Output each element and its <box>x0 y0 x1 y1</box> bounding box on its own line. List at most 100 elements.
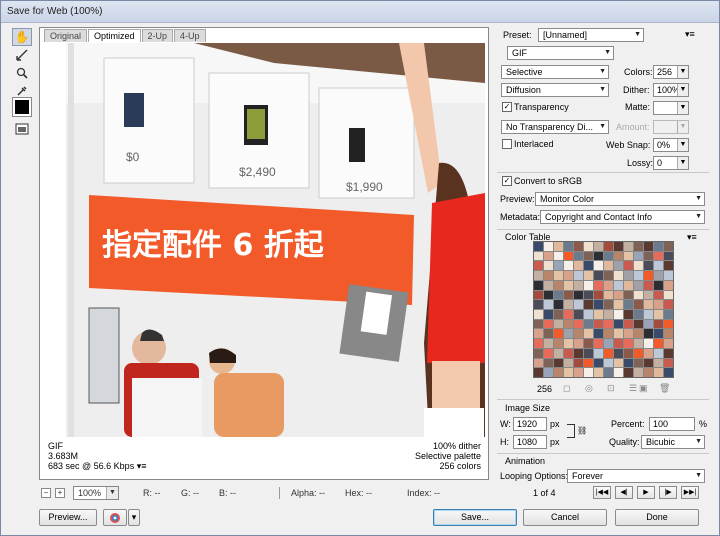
color-swatch[interactable] <box>594 271 603 280</box>
color-swatch[interactable] <box>554 348 563 358</box>
color-swatch[interactable] <box>634 271 643 280</box>
web-shift-icon[interactable]: ◎ <box>585 383 593 394</box>
tab-optimized[interactable]: Optimized <box>88 29 141 42</box>
color-swatch[interactable] <box>554 329 563 339</box>
color-swatch[interactable] <box>534 261 543 271</box>
color-swatch[interactable] <box>614 280 623 290</box>
color-swatch[interactable] <box>604 300 613 309</box>
color-swatch[interactable] <box>664 348 673 358</box>
color-swatch[interactable] <box>564 358 573 368</box>
cancel-button[interactable]: Cancel <box>523 509 607 526</box>
color-swatch[interactable] <box>664 358 673 368</box>
color-swatch[interactable] <box>564 251 573 261</box>
zoom-level-select[interactable]: 100% ▼ <box>73 486 119 500</box>
color-swatch[interactable] <box>564 290 573 300</box>
lossy-input[interactable]: 0 ▼ <box>653 156 689 170</box>
color-swatch[interactable] <box>654 280 663 290</box>
color-swatch[interactable] <box>664 261 673 271</box>
color-swatch[interactable] <box>634 300 643 309</box>
color-swatch[interactable] <box>624 329 633 339</box>
color-swatch[interactable] <box>614 310 623 319</box>
width-input[interactable]: 1920 <box>513 417 547 431</box>
color-swatch[interactable] <box>564 271 573 280</box>
color-swatch[interactable] <box>544 242 553 251</box>
color-swatch[interactable] <box>564 300 573 309</box>
next-frame-button[interactable]: |▶ <box>659 486 677 499</box>
color-swatch[interactable] <box>654 339 663 348</box>
color-swatch[interactable] <box>664 310 673 319</box>
color-swatch[interactable] <box>544 339 553 348</box>
color-swatch[interactable] <box>554 339 563 348</box>
convert-srgb-checkbox[interactable]: ✓ <box>502 176 512 186</box>
color-swatch[interactable] <box>634 280 643 290</box>
color-swatch[interactable] <box>594 348 603 358</box>
done-button[interactable]: Done <box>615 509 699 526</box>
color-swatch[interactable] <box>564 348 573 358</box>
color-swatch[interactable] <box>584 339 593 348</box>
color-swatch[interactable] <box>564 339 573 348</box>
color-swatch[interactable] <box>614 271 623 280</box>
color-swatch[interactable] <box>664 251 673 261</box>
zoom-tool-icon[interactable] <box>12 64 32 82</box>
color-swatch[interactable] <box>554 310 563 319</box>
color-swatch[interactable] <box>574 261 583 271</box>
color-swatch[interactable] <box>554 300 563 309</box>
interlaced-checkbox[interactable] <box>502 139 512 149</box>
zoom-out-button[interactable]: − <box>41 488 51 498</box>
color-swatch[interactable] <box>644 339 653 348</box>
color-swatch[interactable] <box>644 251 653 261</box>
color-swatch[interactable] <box>634 290 643 300</box>
color-swatch[interactable] <box>604 368 613 377</box>
color-swatch[interactable] <box>554 251 563 261</box>
preview-button[interactable]: Preview... <box>39 509 97 526</box>
color-swatch[interactable] <box>544 368 553 377</box>
color-swatch[interactable] <box>594 280 603 290</box>
color-swatch[interactable] <box>624 242 633 251</box>
color-swatch[interactable] <box>654 319 663 329</box>
matte-select[interactable]: ▼ <box>653 101 689 115</box>
color-swatch[interactable] <box>564 319 573 329</box>
file-format-select[interactable]: GIF ▼ <box>507 46 614 60</box>
color-swatch[interactable] <box>614 348 623 358</box>
link-icon[interactable]: ⛓ <box>577 426 587 435</box>
color-swatch[interactable] <box>654 242 663 251</box>
hand-tool-icon[interactable]: ✋ <box>12 28 32 46</box>
color-swatch[interactable] <box>634 251 643 261</box>
colors-input[interactable]: 256 ▼ <box>653 65 689 79</box>
color-swatch[interactable] <box>584 310 593 319</box>
color-table-grid[interactable] <box>533 241 674 378</box>
color-swatch[interactable] <box>574 358 583 368</box>
color-swatch[interactable] <box>634 339 643 348</box>
color-swatch[interactable] <box>624 368 633 377</box>
color-swatch[interactable] <box>594 300 603 309</box>
dither-algorithm-select[interactable]: Diffusion ▼ <box>501 83 609 97</box>
color-swatch[interactable] <box>584 242 593 251</box>
color-swatch[interactable] <box>604 271 613 280</box>
zoom-in-button[interactable]: + <box>55 488 65 498</box>
color-swatch[interactable] <box>574 339 583 348</box>
color-swatch[interactable] <box>594 319 603 329</box>
color-swatch[interactable] <box>584 300 593 309</box>
color-swatch[interactable] <box>604 261 613 271</box>
color-swatch[interactable] <box>534 319 543 329</box>
color-swatch[interactable] <box>614 290 623 300</box>
color-swatch[interactable] <box>574 368 583 377</box>
color-table-menu-icon[interactable]: ▾≡ <box>687 232 697 243</box>
color-swatch[interactable] <box>634 319 643 329</box>
color-swatch[interactable] <box>584 290 593 300</box>
color-swatch[interactable] <box>594 339 603 348</box>
color-swatch[interactable] <box>544 251 553 261</box>
color-swatch[interactable] <box>624 280 633 290</box>
color-swatch[interactable] <box>624 290 633 300</box>
color-swatch[interactable] <box>584 368 593 377</box>
color-swatch[interactable] <box>534 358 543 368</box>
color-swatch[interactable] <box>654 251 663 261</box>
color-swatch[interactable] <box>614 368 623 377</box>
color-swatch[interactable] <box>664 319 673 329</box>
color-swatch[interactable] <box>554 261 563 271</box>
color-swatch[interactable] <box>584 251 593 261</box>
color-swatch[interactable] <box>614 251 623 261</box>
color-swatch[interactable] <box>664 368 673 377</box>
color-swatch[interactable] <box>634 329 643 339</box>
color-swatch[interactable] <box>664 339 673 348</box>
